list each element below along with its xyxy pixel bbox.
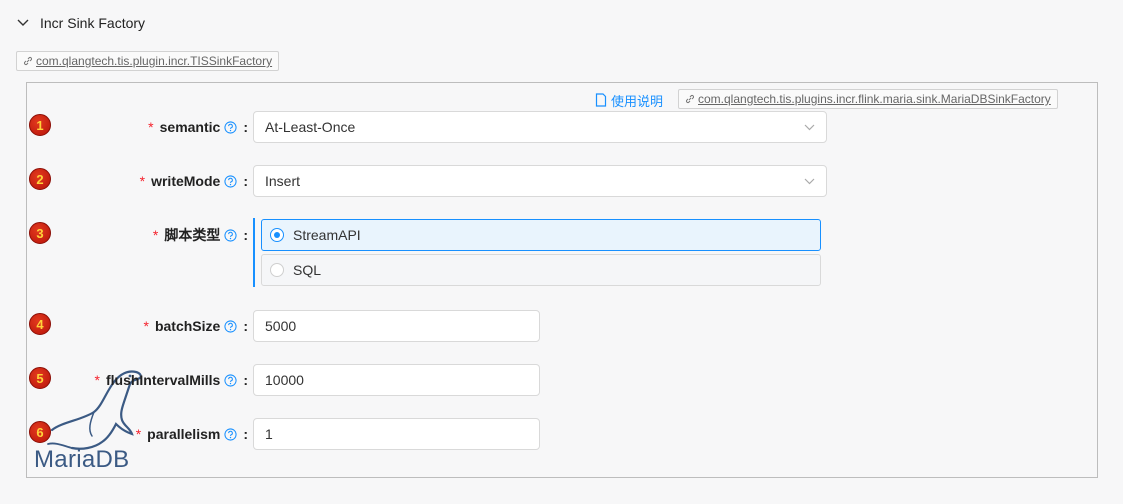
help-icon[interactable]	[224, 427, 237, 441]
field-label-script-type: * 脚本类型 :	[153, 225, 248, 245]
required-mark: *	[152, 227, 159, 243]
doc-link[interactable]: 使用说明	[595, 91, 663, 109]
help-icon[interactable]	[224, 319, 237, 333]
section-header[interactable]: Incr Sink Factory	[16, 14, 145, 32]
label-colon: :	[243, 426, 248, 442]
label-colon: :	[243, 227, 248, 243]
step-badge: 6	[29, 421, 51, 443]
script-type-radio-group: StreamAPI SQL	[253, 218, 821, 287]
radio-option-streamapi[interactable]: StreamAPI	[261, 219, 821, 251]
writemode-select[interactable]: Insert	[253, 165, 827, 197]
label-colon: :	[243, 372, 248, 388]
radio-option-sql[interactable]: SQL	[261, 254, 821, 286]
writemode-value: Insert	[265, 173, 301, 189]
flushintervalmills-input[interactable]: 10000	[253, 364, 540, 396]
step-badge: 3	[29, 222, 51, 244]
step-badge: 4	[29, 313, 51, 335]
label-colon: :	[243, 119, 248, 135]
link-icon	[23, 56, 33, 66]
document-icon	[595, 93, 607, 107]
help-icon[interactable]	[224, 228, 237, 242]
field-label-text: parallelism	[147, 426, 221, 442]
semantic-value: At-Least-Once	[265, 119, 356, 135]
doc-link-text[interactable]: 使用说明	[611, 91, 663, 110]
sink-class-text[interactable]: com.qlangtech.tis.plugins.incr.flink.mar…	[698, 92, 1051, 106]
radio-option-label: StreamAPI	[293, 227, 361, 243]
mariadb-logo-text: MariaDB	[34, 446, 130, 473]
help-icon[interactable]	[224, 120, 237, 134]
chevron-down-icon	[804, 178, 815, 184]
step-badge: 5	[29, 367, 51, 389]
field-label-text: flushIntervalMills	[105, 372, 221, 388]
radio-unchecked-icon[interactable]	[270, 263, 284, 277]
semantic-select[interactable]: At-Least-Once	[253, 111, 827, 143]
step-badge: 1	[29, 114, 51, 136]
radio-checked-icon[interactable]	[270, 228, 284, 242]
field-label-text: batchSize	[154, 318, 221, 334]
sink-class-tag[interactable]: com.qlangtech.tis.plugins.incr.flink.mar…	[678, 89, 1058, 109]
field-label-batchsize: * batchSize :	[144, 316, 248, 336]
label-colon: :	[243, 173, 248, 189]
batchsize-input[interactable]: 5000	[253, 310, 540, 342]
required-mark: *	[135, 426, 142, 442]
label-colon: :	[243, 318, 248, 334]
field-label-text: writeMode	[151, 173, 221, 189]
radio-option-label: SQL	[293, 262, 322, 278]
field-label-flushintervalmills: * flushIntervalMills :	[95, 370, 248, 390]
plugin-class-tag[interactable]: com.qlangtech.tis.plugin.incr.TISSinkFac…	[16, 51, 280, 71]
chevron-down-icon	[804, 124, 815, 130]
link-icon	[685, 94, 695, 104]
plugin-class-text[interactable]: com.qlangtech.tis.plugin.incr.TISSinkFac…	[36, 54, 272, 68]
field-label-semantic: * semantic :	[148, 117, 248, 137]
required-mark: *	[94, 372, 100, 388]
field-label-parallelism: * parallelism :	[136, 424, 248, 444]
required-mark: *	[143, 318, 149, 334]
parallelism-input[interactable]: 1	[253, 418, 540, 450]
field-label-writemode: * writeMode :	[140, 171, 248, 191]
field-label-text: semantic	[159, 119, 221, 135]
help-icon[interactable]	[224, 373, 237, 387]
step-badge: 2	[29, 168, 51, 190]
section-title: Incr Sink Factory	[40, 15, 146, 31]
required-mark: *	[148, 119, 154, 135]
help-icon[interactable]	[224, 174, 237, 188]
field-label-text: 脚本类型	[164, 227, 221, 243]
required-mark: *	[139, 173, 146, 189]
chevron-down-icon[interactable]	[16, 16, 30, 30]
